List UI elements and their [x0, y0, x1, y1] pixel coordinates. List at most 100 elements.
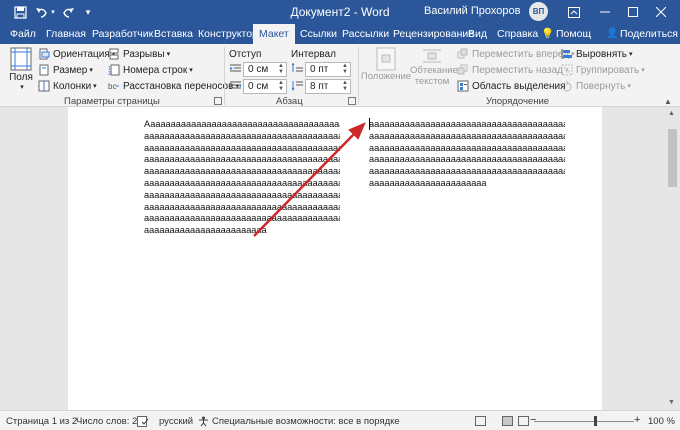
text-line: аааааааааааааааааааааааааааааааааааааааа	[144, 142, 340, 153]
tell-me-search[interactable]: Помощ	[556, 24, 591, 44]
zoom-out-icon[interactable]: −	[530, 414, 536, 426]
minimize-icon[interactable]	[598, 4, 612, 20]
chevron-down-icon: ▾	[20, 84, 24, 91]
chevron-down-icon: ▾	[629, 51, 633, 58]
tab-home[interactable]: Главная	[42, 24, 90, 44]
vertical-scrollbar[interactable]: ▲ ▼	[665, 107, 680, 410]
selection-pane-icon	[457, 80, 469, 92]
indent-right-value: 0 см	[248, 81, 269, 92]
right-text-column[interactable]: аааааааааааааааааааааааааааааааааааааааа…	[369, 119, 565, 190]
align-button[interactable]: Выровнять ▾	[561, 47, 633, 61]
align-label: Выровнять	[576, 48, 628, 60]
collapse-ribbon-icon[interactable]: ▲	[664, 97, 672, 106]
selection-pane-button[interactable]: Область выделения	[457, 79, 566, 93]
hyphenation-label: Расстановка переносов	[123, 80, 234, 92]
tab-view[interactable]: Вид	[464, 24, 491, 44]
text-line: аааааааааааааааааааааааааааааааааааааааа	[144, 177, 340, 188]
rotate-icon	[562, 80, 572, 92]
accessibility-icon	[198, 416, 209, 430]
page-count[interactable]: Страница 1 из 2	[6, 416, 77, 427]
spinner-arrows-icon[interactable]: ▲ ▼	[277, 80, 285, 93]
text-line: аааааааааааааааааааааааа	[144, 225, 267, 236]
maximize-icon[interactable]	[626, 4, 640, 20]
chevron-down-icon: ▾	[166, 51, 171, 58]
group-divider	[358, 47, 359, 105]
tab-mailings[interactable]: Рассылки	[338, 24, 393, 44]
text-line: ааааааааааааааааааааааа	[369, 177, 487, 188]
avatar[interactable]: ВП	[529, 2, 548, 21]
text-line: аааааааааааааааааааааааааааааааааааааааа	[369, 130, 565, 141]
chevron-down-icon: ▾	[89, 67, 93, 74]
ribbon-display-options-icon[interactable]	[567, 4, 581, 20]
send-backward-button[interactable]: Переместить назад ▾	[457, 63, 569, 77]
breaks-button[interactable]: Разрывы ▾	[108, 47, 170, 61]
chevron-down-icon: ▾	[189, 67, 193, 74]
columns-label: Колонки	[53, 80, 92, 92]
page-setup-group-label: Параметры страницы	[64, 96, 160, 107]
rotate-button[interactable]: Повернуть ▾	[561, 79, 631, 93]
read-mode-icon[interactable]	[475, 416, 486, 426]
scrollbar-thumb[interactable]	[668, 129, 677, 187]
wrap-text-button[interactable]: Обтекание текстом	[410, 47, 458, 87]
left-text-column[interactable]: Аааааааааааааааааааааааааааааааааааааааа…	[144, 119, 340, 237]
orientation-button[interactable]: Ориентация▾	[38, 47, 115, 61]
hyphenation-icon: bc	[108, 82, 119, 91]
spacing-after-value: 8 пт	[310, 81, 329, 92]
scroll-up-icon[interactable]: ▲	[668, 110, 675, 117]
spacing-before-value: 0 пт	[310, 64, 329, 75]
bring-forward-button[interactable]: Переместить вперед ▾	[457, 47, 575, 61]
rotate-label: Повернуть	[576, 80, 626, 92]
indent-right-field[interactable]: 0 см ▲ ▼	[243, 79, 287, 94]
margins-button[interactable]: Поля ▾	[8, 47, 34, 91]
text-line: аааааааааааааааааааааааааааааааааааааааа	[369, 166, 565, 177]
size-button[interactable]: Размер ▾	[38, 63, 93, 77]
zoom-level[interactable]: 100 %	[648, 416, 675, 427]
columns-button[interactable]: Колонки ▾	[38, 79, 97, 93]
spinner-arrows-icon[interactable]: ▲ ▼	[277, 63, 285, 76]
web-layout-icon[interactable]	[518, 416, 529, 426]
spinner-arrows-icon[interactable]: ▲ ▼	[341, 80, 349, 93]
line-numbers-button[interactable]: 12 Номера строк ▾	[108, 63, 193, 77]
indent-left-field[interactable]: 0 см ▲ ▼	[243, 62, 287, 77]
send-backward-icon	[457, 64, 468, 75]
text-line: аааааааааааааааааааааааааааааааааааааааа	[369, 154, 565, 165]
tab-references[interactable]: Ссылки	[296, 24, 341, 44]
group-divider	[224, 47, 225, 105]
margins-label: Поля	[9, 72, 33, 83]
share-button[interactable]: Поделиться	[620, 24, 678, 44]
text-line: аааааааааааааааааааааааааааааааааааааааа	[144, 213, 340, 224]
position-button[interactable]: Положение	[360, 47, 412, 82]
title-bar: ▾ ▾ Документ2 - Word Василий Прохоров ВП	[0, 0, 680, 24]
spacing-after-field[interactable]: 8 пт ▲ ▼	[305, 79, 351, 94]
language[interactable]: русский	[159, 416, 193, 427]
tab-insert[interactable]: Вставка	[150, 24, 197, 44]
accessibility-status[interactable]: Специальные возможности: все в порядке	[212, 416, 400, 427]
user-name[interactable]: Василий Прохоров	[424, 5, 520, 17]
zoom-slider-thumb[interactable]	[594, 416, 597, 426]
scroll-down-icon[interactable]: ▼	[668, 399, 675, 406]
zoom-in-icon[interactable]: +	[634, 414, 640, 426]
position-label: Положение	[360, 71, 412, 82]
text-line: аааааааааааааааааааааааааааааааааааааааа	[144, 154, 340, 165]
position-icon	[376, 47, 396, 71]
paragraph-launcher-icon[interactable]	[348, 97, 356, 105]
tab-design[interactable]: Конструктор	[194, 24, 262, 44]
close-icon[interactable]	[654, 4, 668, 20]
spinner-arrows-icon[interactable]: ▲ ▼	[341, 63, 349, 76]
hyphenation-button[interactable]: bc Расстановка переносов ▾	[108, 79, 239, 93]
print-layout-icon[interactable]	[502, 416, 513, 426]
tab-file[interactable]: Файл	[6, 24, 40, 44]
spacing-before-field[interactable]: 0 пт ▲ ▼	[305, 62, 351, 77]
align-icon	[561, 49, 572, 59]
page-setup-launcher-icon[interactable]	[214, 97, 222, 105]
word-count[interactable]: Число слов: 2	[76, 416, 137, 427]
orientation-label: Ориентация	[53, 48, 110, 60]
indent-label: Отступ	[229, 48, 262, 60]
tab-layout[interactable]: Макет	[253, 24, 295, 44]
proofing-icon[interactable]	[137, 416, 149, 430]
zoom-slider[interactable]	[534, 421, 634, 422]
text-line: аааааааааааааааааааааааааааааааааааааааа	[144, 166, 340, 177]
tab-help[interactable]: Справка	[493, 24, 542, 44]
tab-developer[interactable]: Разработчик	[88, 24, 157, 44]
group-button[interactable]: Группировать ▾	[561, 63, 645, 77]
